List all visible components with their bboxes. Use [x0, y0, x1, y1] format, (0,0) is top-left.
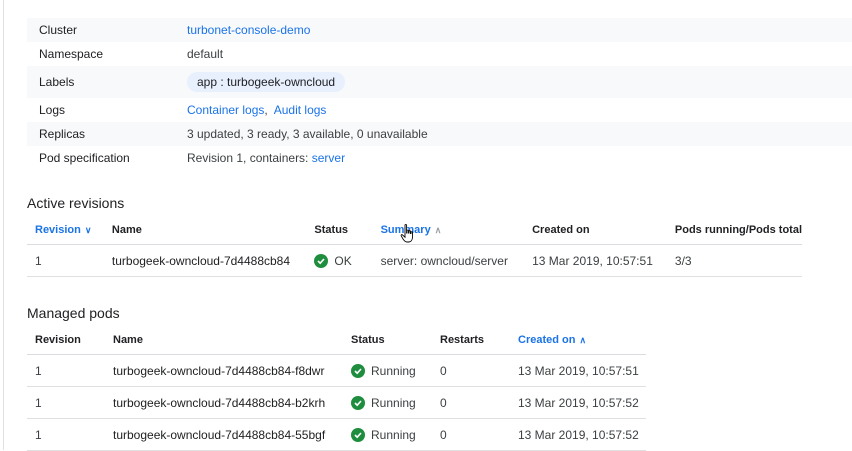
col-name[interactable]: Name	[103, 216, 307, 245]
created-cell: 13 Mar 2019, 10:57:51	[524, 244, 667, 277]
details-table: Cluster turbonet-console-demo Namespace …	[27, 18, 852, 170]
detail-row-cluster: Cluster turbonet-console-demo	[27, 18, 852, 42]
restarts-cell: 0	[432, 418, 510, 451]
cluster-link[interactable]: turbonet-console-demo	[187, 23, 310, 37]
hand-cursor-icon	[400, 224, 413, 243]
container-logs-link[interactable]: Container logs	[187, 103, 264, 117]
namespace-value: default	[187, 47, 224, 61]
check-circle-icon	[314, 253, 329, 268]
logs-separator: ,	[264, 103, 268, 117]
check-circle-icon	[351, 395, 365, 410]
pods-cell: 3/3	[666, 244, 802, 277]
left-border	[3, 0, 4, 450]
server-container-link[interactable]: server	[312, 151, 345, 165]
detail-key: Namespace	[39, 47, 104, 61]
col-status[interactable]: Status	[343, 326, 432, 355]
detail-key: Cluster	[39, 23, 78, 37]
replicas-value: 3 updated, 3 ready, 3 available, 0 unava…	[187, 127, 428, 141]
name-cell: turbogeek-owncloud-7d4488cb84	[103, 244, 307, 277]
label-chip: app : turbogeek-owncloud	[187, 72, 346, 92]
col-summary[interactable]: Summary∧	[372, 216, 525, 245]
managed-pods-title: Managed pods	[27, 305, 120, 321]
status-cell: OK	[306, 244, 373, 277]
summary-cell: server: owncloud/server	[372, 244, 525, 277]
table-row: 1 turbogeek-owncloud-7d4488cb84 OK serve…	[27, 244, 802, 277]
audit-logs-link[interactable]: Audit logs	[274, 103, 327, 117]
restarts-cell: 0	[432, 386, 510, 419]
sort-arrow-icon: ∧	[434, 225, 442, 235]
pod-spec-prefix: Revision 1, containers:	[187, 151, 312, 165]
detail-key: Labels	[39, 75, 75, 89]
table-row: 1 turbogeek-owncloud-7d4488cb84-55bgf Ru…	[27, 418, 646, 451]
col-status[interactable]: Status	[306, 216, 373, 245]
detail-row-logs: Logs Container logs , Audit logs	[27, 98, 852, 122]
restarts-cell: 0	[432, 354, 510, 387]
col-name[interactable]: Name	[105, 326, 343, 355]
name-cell: turbogeek-owncloud-7d4488cb84-f8dwr	[105, 354, 343, 387]
detail-key: Logs	[39, 103, 66, 117]
revision-cell: 1	[27, 418, 105, 451]
col-created[interactable]: Created on ∧	[510, 326, 646, 355]
detail-row-namespace: Namespace default	[27, 42, 852, 66]
active-revisions-title: Active revisions	[27, 195, 125, 211]
col-created[interactable]: Created on	[524, 216, 667, 245]
col-revision[interactable]: Revision ∨	[27, 216, 104, 245]
revision-cell: 1	[27, 354, 105, 387]
check-circle-icon	[351, 363, 365, 378]
table-header: Revision Name Status Restarts Created on…	[27, 326, 646, 355]
col-revision[interactable]: Revision	[27, 326, 105, 355]
sort-arrow-icon: ∨	[84, 225, 92, 235]
check-circle-icon	[351, 427, 365, 442]
table-row: 1 turbogeek-owncloud-7d4488cb84-f8dwr Ru…	[27, 354, 646, 387]
col-pods[interactable]: Pods running/Pods total	[666, 216, 802, 245]
name-cell: turbogeek-owncloud-7d4488cb84-b2krh	[105, 386, 343, 419]
status-cell: Running	[343, 418, 432, 451]
detail-row-replicas: Replicas 3 updated, 3 ready, 3 available…	[27, 122, 852, 146]
managed-pods-table: Revision Name Status Restarts Created on…	[27, 326, 646, 451]
detail-row-pod-spec: Pod specification Revision 1, containers…	[27, 146, 852, 170]
table-row: 1 turbogeek-owncloud-7d4488cb84-b2krh Ru…	[27, 386, 646, 419]
created-cell: 13 Mar 2019, 10:57:52	[510, 418, 646, 451]
created-cell: 13 Mar 2019, 10:57:52	[510, 386, 646, 419]
created-cell: 13 Mar 2019, 10:57:51	[510, 354, 646, 387]
col-restarts[interactable]: Restarts	[432, 326, 510, 355]
status-cell: Running	[343, 354, 432, 387]
detail-row-labels: Labels app : turbogeek-owncloud	[27, 66, 852, 98]
sort-arrow-icon: ∧	[579, 335, 587, 345]
revision-cell: 1	[27, 244, 104, 277]
detail-key: Replicas	[39, 127, 86, 141]
name-cell: turbogeek-owncloud-7d4488cb84-55bgf	[105, 418, 343, 451]
status-cell: Running	[343, 386, 432, 419]
detail-key: Pod specification	[39, 151, 130, 165]
revision-cell: 1	[27, 386, 105, 419]
